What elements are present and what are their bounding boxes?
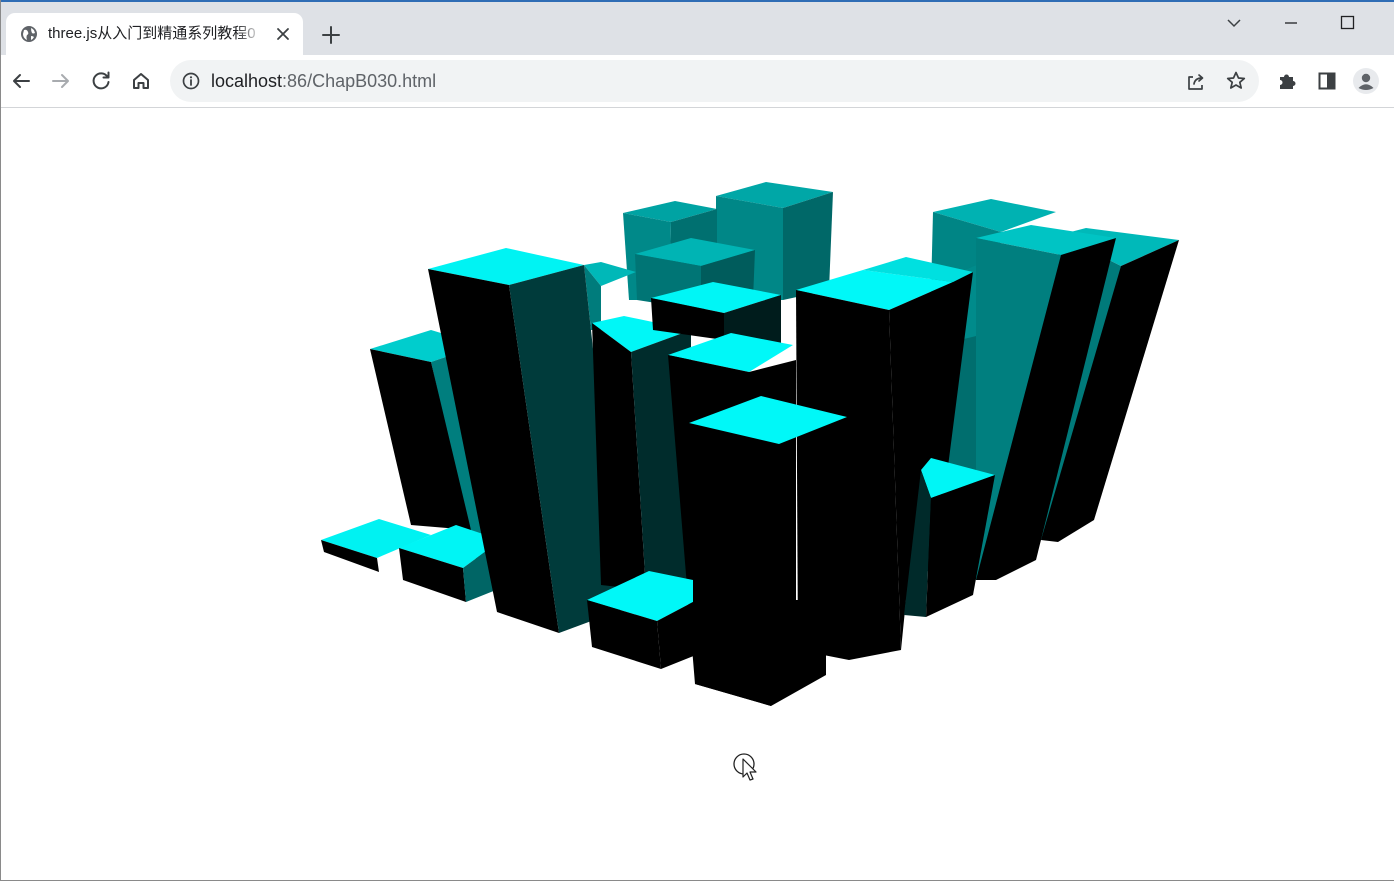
extensions-puzzle-icon[interactable] [1273,67,1301,95]
bookmark-star-icon[interactable] [1223,68,1249,94]
pointer-cursor-icon [733,753,757,781]
profile-avatar-icon[interactable] [1352,67,1380,95]
tab-search-chevron-icon[interactable] [1211,7,1257,39]
browser-window: three.js从入门到精通系列教程0 localhost:86/ChapB03… [0,0,1394,881]
side-panel-icon[interactable] [1313,67,1341,95]
tab-title: three.js从入门到精通系列教程0 [48,25,256,42]
close-icon[interactable] [273,24,293,44]
tab-active[interactable]: three.js从入门到精通系列教程0 [6,13,303,55]
bar-side [695,600,826,706]
minimize-icon[interactable] [1268,7,1314,39]
3d-bar-scene[interactable] [2,108,1394,880]
address-bar[interactable]: localhost:86/ChapB030.html [170,60,1259,102]
url-text[interactable]: localhost:86/ChapB030.html [211,71,436,91]
url-path: :86/ChapB030.html [282,71,437,91]
tab-strip: three.js从入门到精通系列教程0 [1,2,1394,55]
back-arrow-icon[interactable] [7,67,35,95]
url-host: localhost [211,71,283,91]
share-icon[interactable] [1183,68,1209,94]
plus-icon[interactable] [317,21,345,49]
reload-icon[interactable] [87,67,115,95]
globe-icon [20,25,38,43]
maximize-icon[interactable] [1324,7,1370,39]
info-icon[interactable] [181,71,201,91]
home-icon[interactable] [127,67,155,95]
forward-arrow-icon[interactable] [47,67,75,95]
webgl-canvas-area[interactable] [2,108,1394,880]
browser-toolbar: localhost:86/ChapB030.html [1,55,1394,108]
